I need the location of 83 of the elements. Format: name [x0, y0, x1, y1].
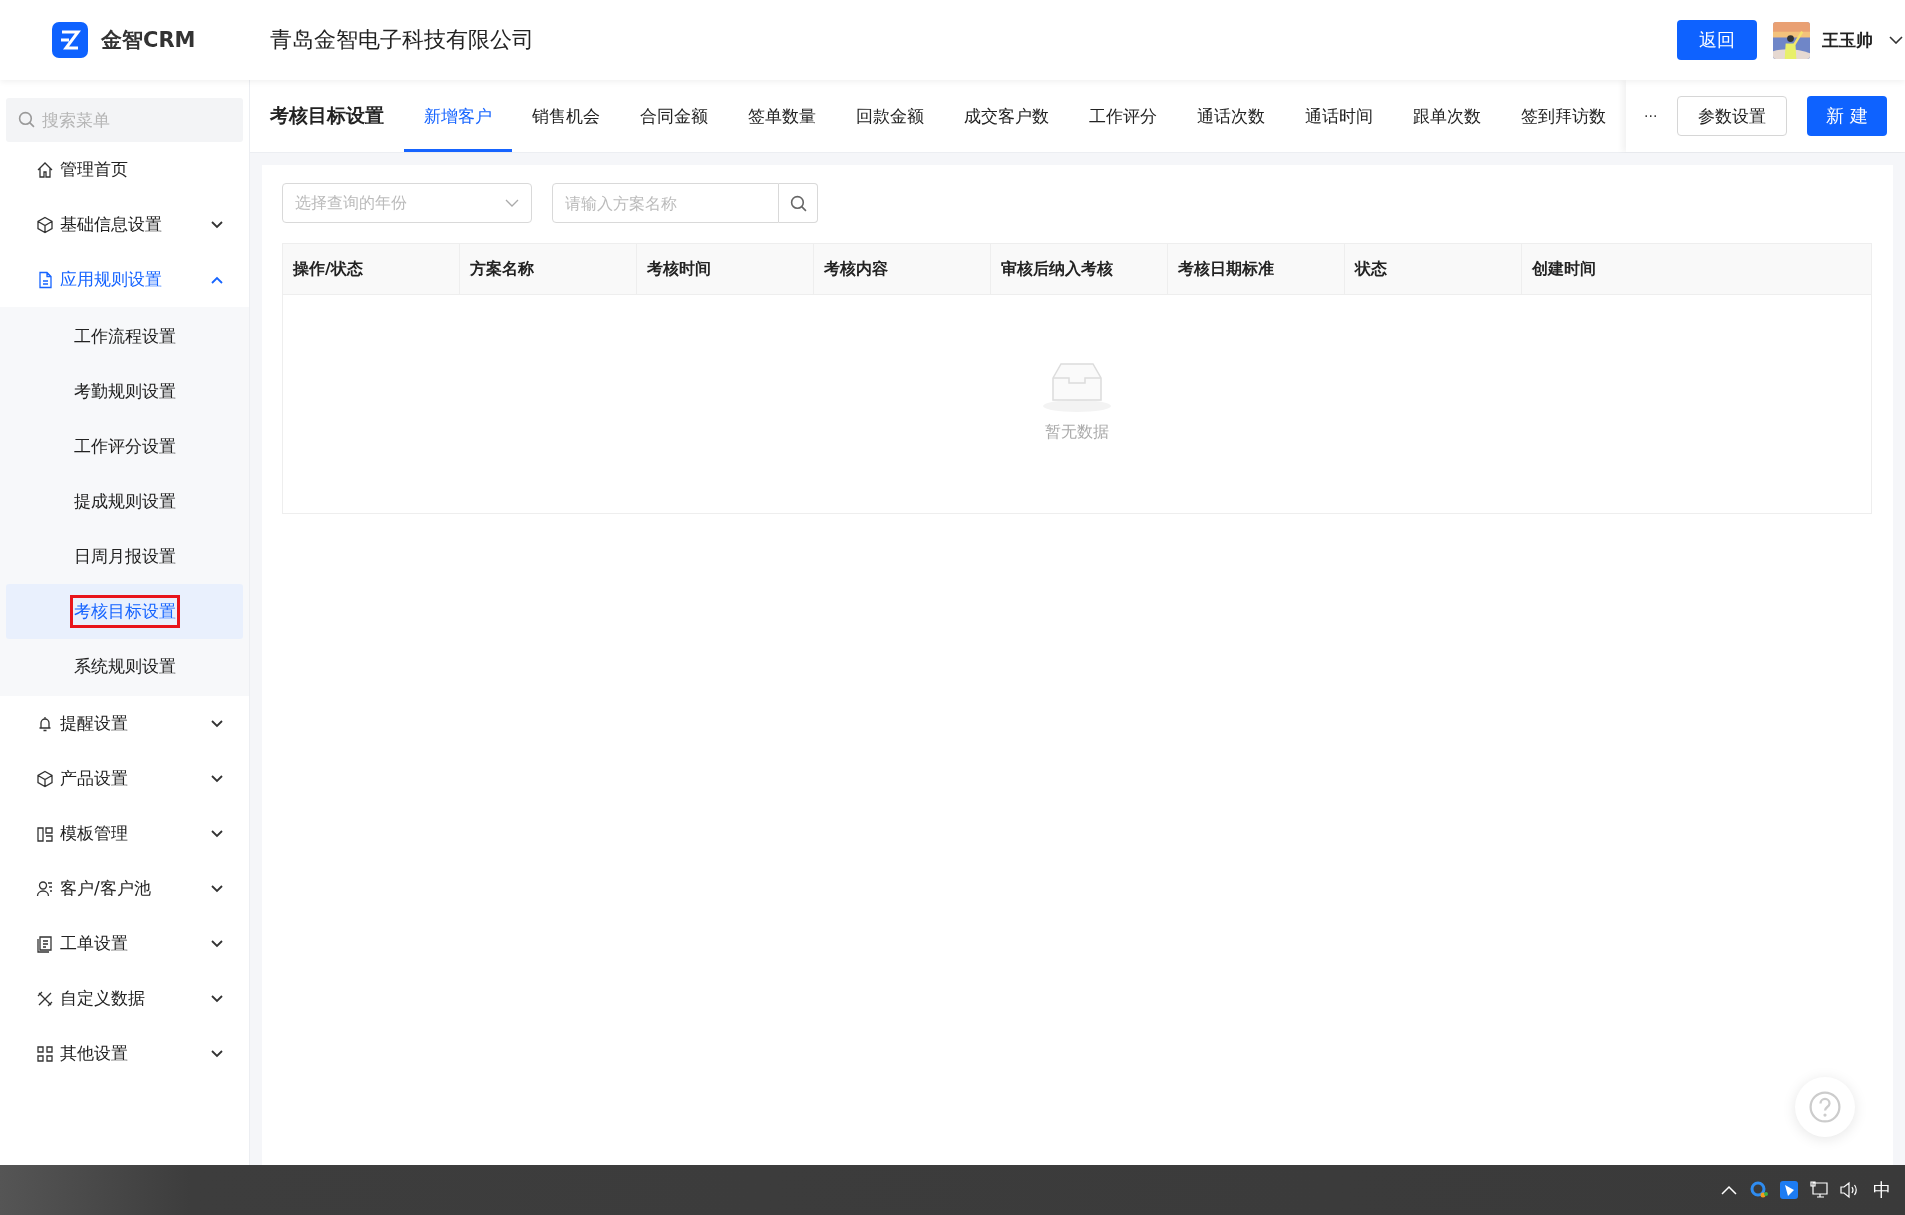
- submenu-label: 日周月报设置: [73, 545, 177, 568]
- layout-icon: [36, 824, 54, 843]
- chevron-down-icon: [211, 829, 223, 838]
- submenu-item[interactable]: 提成规则设置: [6, 474, 243, 529]
- chevron-up-icon: [211, 275, 223, 284]
- settings-button[interactable]: 参数设置: [1677, 96, 1788, 136]
- more-button[interactable]: ···: [1644, 108, 1658, 124]
- column-header: 创建时间: [1531, 257, 1597, 280]
- user-icon: [36, 879, 54, 898]
- back-button[interactable]: 返回: [1677, 20, 1757, 60]
- chevron-down-icon: [211, 774, 223, 783]
- chevron-down-icon: [211, 1049, 223, 1058]
- submenu-item[interactable]: 工作评分设置: [6, 419, 243, 474]
- chevron-down-icon: [211, 884, 223, 893]
- tab[interactable]: 通话次数: [1177, 80, 1285, 152]
- column-header: 考核日期标准: [1168, 244, 1345, 294]
- question-icon: [1807, 1089, 1843, 1125]
- tab[interactable]: 合同金额: [620, 80, 728, 152]
- volume-icon[interactable]: [1839, 1180, 1859, 1200]
- chevron-down-icon: [211, 994, 223, 1003]
- menu-item[interactable]: 提醒设置: [0, 696, 249, 751]
- menu-item[interactable]: 产品设置: [0, 751, 249, 806]
- column-header: 审核后纳入考核: [991, 244, 1168, 294]
- column-header: 考核内容: [814, 244, 991, 294]
- column-header: 状态: [1345, 244, 1522, 294]
- input-method-indicator[interactable]: 中: [1873, 1178, 1891, 1202]
- tab[interactable]: 跟单次数: [1393, 80, 1501, 152]
- logo-icon: [52, 22, 88, 58]
- submenu-item[interactable]: 日周月报设置: [6, 529, 243, 584]
- column-header: 操作/状态: [283, 244, 460, 294]
- submenu-label: 提成规则设置: [73, 490, 177, 513]
- tab[interactable]: 成交客户数: [944, 80, 1069, 152]
- tools-icon: [36, 989, 54, 1008]
- network-icon[interactable]: [1809, 1180, 1829, 1200]
- brand-name: 金智CRM: [101, 27, 196, 54]
- new-button[interactable]: 新 建: [1807, 96, 1888, 136]
- submenu-label: 工作评分设置: [73, 435, 177, 458]
- menu-item[interactable]: 客户/客户池: [0, 861, 249, 916]
- submenu-item[interactable]: 工作流程设置: [6, 309, 243, 364]
- chevron-down-icon: [211, 220, 223, 229]
- search-field[interactable]: 搜索菜单: [6, 98, 243, 142]
- list-icon: [36, 934, 54, 953]
- menu-item[interactable]: 工单设置: [0, 916, 249, 971]
- chevron-down-icon: [211, 939, 223, 948]
- empty-text: 暂无数据: [1045, 421, 1109, 443]
- document-icon: [36, 270, 54, 289]
- menu-item[interactable]: 基础信息设置: [0, 197, 249, 252]
- submenu-label: 系统规则设置: [73, 655, 177, 678]
- menu-item[interactable]: 自定义数据: [0, 971, 249, 1026]
- app-tray-icon[interactable]: [1749, 1180, 1769, 1200]
- submenu-label: 工作流程设置: [73, 325, 177, 348]
- grid-icon: [36, 1044, 54, 1063]
- submenu-item[interactable]: 考核目标设置: [6, 584, 243, 639]
- tab[interactable]: 签到拜访数: [1501, 80, 1626, 152]
- company-name: 青岛金智电子科技有限公司: [270, 26, 534, 54]
- menu-item[interactable]: 管理首页: [0, 142, 249, 197]
- column-header: 方案名称: [460, 244, 637, 294]
- submenu-item[interactable]: 考勤规则设置: [6, 364, 243, 419]
- menu-item[interactable]: 应用规则设置: [0, 252, 249, 307]
- submenu-label: 考勤规则设置: [73, 380, 177, 403]
- tab[interactable]: 签单数量: [728, 80, 836, 152]
- tab[interactable]: 销售机会: [512, 80, 620, 152]
- menu-item[interactable]: 其他设置: [0, 1026, 249, 1081]
- highlighted-label: 考核目标设置: [70, 595, 180, 628]
- name-search-field[interactable]: 请输入方案名称: [552, 183, 779, 223]
- home-icon: [36, 160, 54, 179]
- tab[interactable]: 回款金额: [836, 80, 944, 152]
- chevron-down-icon: [211, 719, 223, 728]
- search-icon: [18, 111, 35, 128]
- cube-icon: [36, 215, 54, 234]
- submenu-item[interactable]: 系统规则设置: [6, 639, 243, 694]
- tab[interactable]: 通话时间: [1285, 80, 1393, 152]
- menu-item[interactable]: 模板管理: [0, 806, 249, 861]
- tab[interactable]: 工作评分: [1069, 80, 1177, 152]
- column-header: 考核时间: [637, 244, 814, 294]
- user-name[interactable]: 王玉帅: [1822, 28, 1873, 52]
- cube-icon: [36, 769, 54, 788]
- search-button[interactable]: [779, 183, 818, 223]
- page-title: 考核目标设置: [270, 103, 384, 128]
- app-tray-icon[interactable]: [1779, 1180, 1799, 1200]
- chevron-down-icon: [505, 199, 519, 207]
- caret-icon[interactable]: [1889, 36, 1903, 44]
- search-icon: [789, 194, 807, 212]
